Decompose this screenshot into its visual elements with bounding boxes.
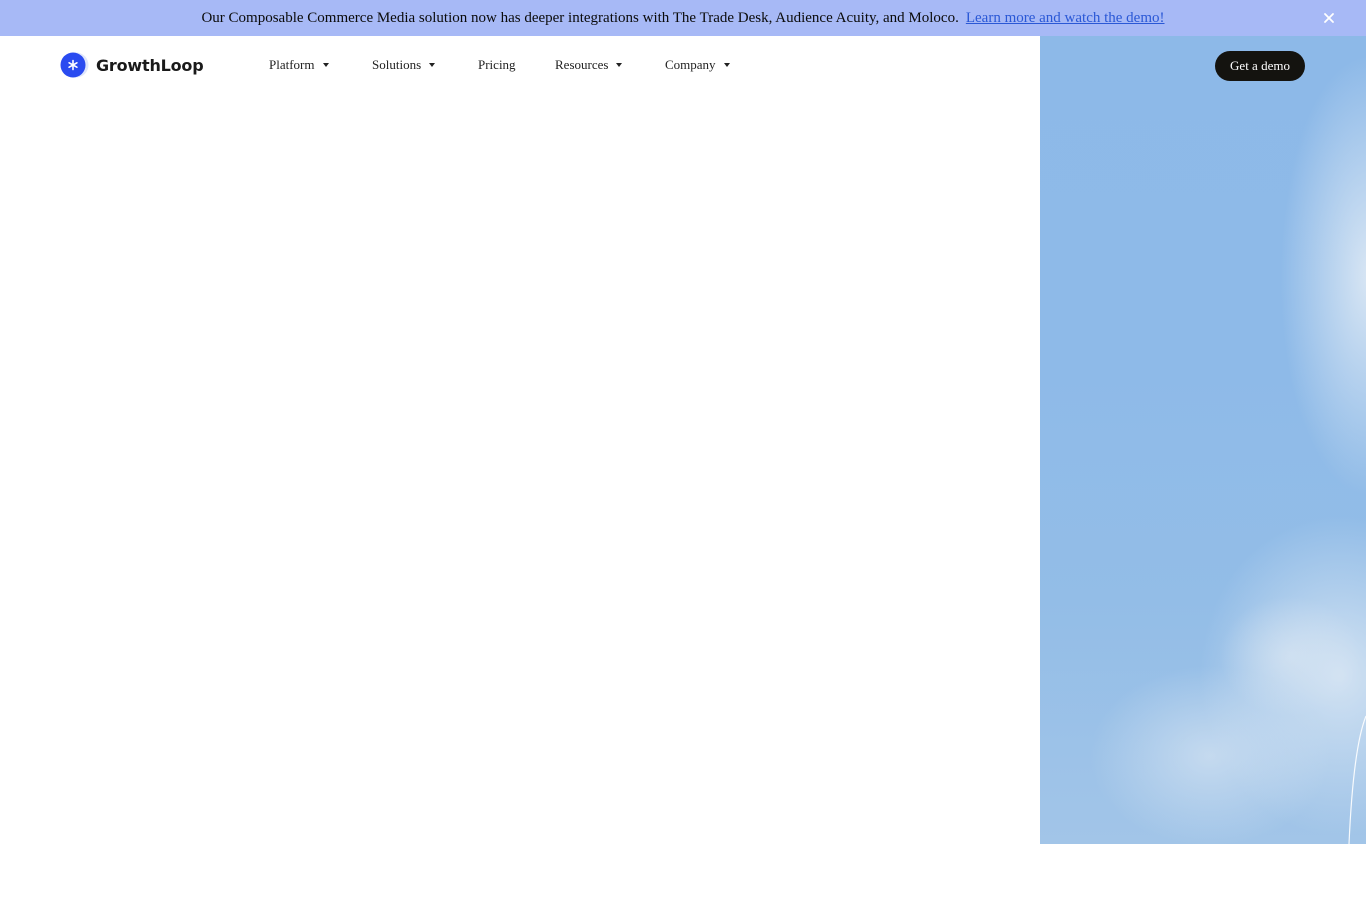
announcement-link[interactable]: Learn more and watch the demo!: [966, 10, 1165, 27]
logo-text: GrowthLoop: [96, 55, 204, 75]
nav-item-solutions[interactable]: Solutions: [372, 57, 436, 73]
nav-item-label: Pricing: [478, 57, 516, 72]
caret-down-icon: [616, 63, 623, 67]
caret-down-icon: [723, 63, 730, 67]
growthloop-logo-icon: [60, 52, 90, 78]
close-icon[interactable]: [1320, 9, 1338, 27]
nav-item-platform[interactable]: Platform: [269, 57, 329, 73]
nav-item-pricing[interactable]: Pricing: [478, 57, 516, 73]
caret-down-icon: [429, 63, 436, 67]
announcement-bar: Our Composable Commerce Media solution n…: [0, 0, 1366, 36]
nav-item-company[interactable]: Company: [665, 57, 730, 73]
get-demo-button[interactable]: Get a demo: [1215, 51, 1305, 81]
nav-item-label: Resources: [555, 57, 609, 72]
announcement-message: Our Composable Commerce Media solution n…: [201, 9, 959, 26]
hero-sky-image: [1040, 36, 1366, 844]
logo[interactable]: GrowthLoop: [60, 52, 204, 78]
caret-down-icon: [322, 63, 329, 67]
main-navigation: GrowthLoop Platform Solutions Pricing Re…: [0, 36, 1366, 96]
nav-item-resources[interactable]: Resources: [555, 57, 623, 73]
nav-item-label: Solutions: [372, 57, 422, 72]
nav-item-label: Company: [665, 57, 716, 72]
nav-item-label: Platform: [269, 57, 315, 72]
